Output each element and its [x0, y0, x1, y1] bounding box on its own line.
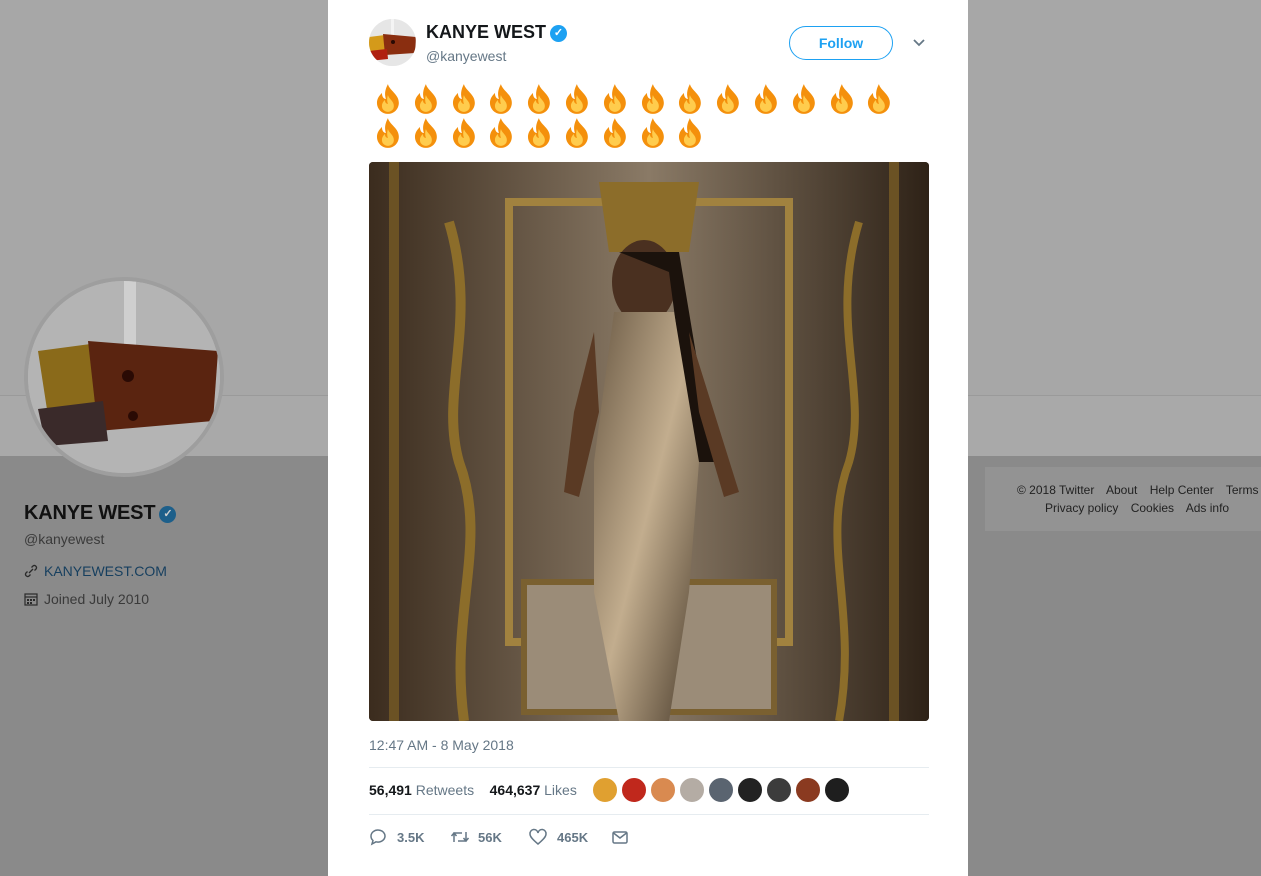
footer-link-cookies[interactable]: Cookies	[1131, 501, 1174, 515]
liker-avatar[interactable]	[621, 777, 647, 803]
like-button[interactable]: 465K	[529, 826, 589, 848]
tweet-author-handle[interactable]: @kanyewest	[426, 48, 506, 64]
reply-icon	[370, 829, 386, 846]
fire-emoji-icon	[528, 84, 551, 114]
like-count: 465K	[557, 830, 589, 845]
fire-emoji-icon	[717, 84, 740, 114]
profile-joined: Joined July 2010	[24, 591, 149, 607]
fire-emoji-icon	[565, 118, 588, 148]
profile-name: KANYE WEST ✓	[24, 502, 177, 525]
liker-avatar[interactable]	[795, 777, 821, 803]
footer-link-terms[interactable]: Terms	[1226, 483, 1259, 497]
tweet-photo-image	[369, 162, 929, 721]
envelope-icon	[612, 831, 628, 844]
liker-avatar[interactable]	[737, 777, 763, 803]
fire-emoji-icon	[792, 84, 815, 114]
retweet-icon	[450, 831, 470, 843]
likes-stat[interactable]: 464,637 Likes	[490, 782, 577, 798]
reply-button[interactable]: 3.5K	[369, 826, 429, 848]
tweet-photo[interactable]	[369, 162, 929, 721]
profile-avatar[interactable]	[24, 277, 224, 477]
liker-avatar[interactable]	[708, 777, 734, 803]
retweets-stat[interactable]: 56,491 Retweets	[369, 782, 474, 798]
liker-avatar[interactable]	[824, 777, 850, 803]
fire-emoji-icon	[830, 84, 853, 114]
liker-avatar[interactable]	[766, 777, 792, 803]
follow-button[interactable]: Follow	[789, 26, 893, 60]
fire-emoji-icon	[868, 84, 891, 114]
profile-avatar-image	[28, 281, 220, 473]
tweet-author-avatar[interactable]	[369, 19, 416, 66]
liker-avatar[interactable]	[679, 777, 705, 803]
tweet-author-name[interactable]: KANYE WEST ✓	[426, 22, 568, 43]
fire-emoji-icon	[414, 118, 437, 148]
footer-link-about[interactable]: About	[1106, 483, 1137, 497]
tweet-stats: 56,491 Retweets 464,637 Likes	[369, 782, 577, 798]
fire-emoji-icon	[452, 118, 475, 148]
fire-emoji-icon	[376, 84, 399, 114]
verified-badge-icon: ✓	[159, 506, 177, 523]
fire-emoji-icon	[641, 118, 664, 148]
chevron-down-icon[interactable]	[910, 34, 928, 52]
fire-emoji-icon	[603, 118, 626, 148]
divider	[369, 814, 929, 815]
tweet-timestamp[interactable]: 12:47 AM - 8 May 2018	[369, 737, 514, 753]
fire-emoji-icon	[641, 84, 664, 114]
footer-link-privacy[interactable]: Privacy policy	[1045, 501, 1118, 515]
fire-emoji-icon	[414, 84, 437, 114]
calendar-icon	[24, 593, 38, 606]
direct-message-button[interactable]	[611, 826, 631, 848]
link-icon	[24, 564, 38, 578]
fire-emoji-icon	[528, 118, 551, 148]
tweet-text	[369, 82, 909, 150]
footer-link-help[interactable]: Help Center	[1150, 483, 1214, 497]
fire-emoji-icon	[490, 118, 513, 148]
retweet-button[interactable]: 56K	[450, 826, 510, 848]
fire-emoji-icon	[603, 84, 626, 114]
profile-handle: @kanyewest	[24, 531, 105, 547]
profile-website[interactable]: KANYEWEST.COM	[24, 563, 167, 579]
fire-emoji-icon	[452, 84, 475, 114]
fire-emoji-icon	[490, 84, 513, 114]
reply-count: 3.5K	[397, 830, 425, 845]
fire-emoji-icon	[376, 118, 399, 148]
heart-icon	[529, 828, 547, 845]
profile-joined-text: Joined July 2010	[44, 591, 150, 607]
verified-badge-icon: ✓	[550, 25, 568, 42]
liker-avatar[interactable]	[650, 777, 676, 803]
fire-emoji-icon	[754, 84, 777, 114]
fire-emoji-icon	[679, 118, 702, 148]
tweet-modal: KANYE WEST ✓ @kanyewest Follow 12:47 AM …	[328, 0, 968, 876]
liker-avatar[interactable]	[592, 777, 618, 803]
footer-link-ads[interactable]: Ads info	[1186, 501, 1229, 515]
fire-emoji-icon	[679, 84, 702, 114]
retweet-count: 56K	[478, 830, 502, 845]
divider	[369, 767, 929, 768]
author-avatar-image	[369, 19, 416, 66]
footer-panel: © 2018 Twitter About Help Center Terms P…	[985, 467, 1261, 531]
profile-website-text[interactable]: KANYEWEST.COM	[44, 563, 167, 579]
footer-copyright: © 2018 Twitter	[1017, 483, 1095, 497]
fire-emoji-icon	[565, 84, 588, 114]
